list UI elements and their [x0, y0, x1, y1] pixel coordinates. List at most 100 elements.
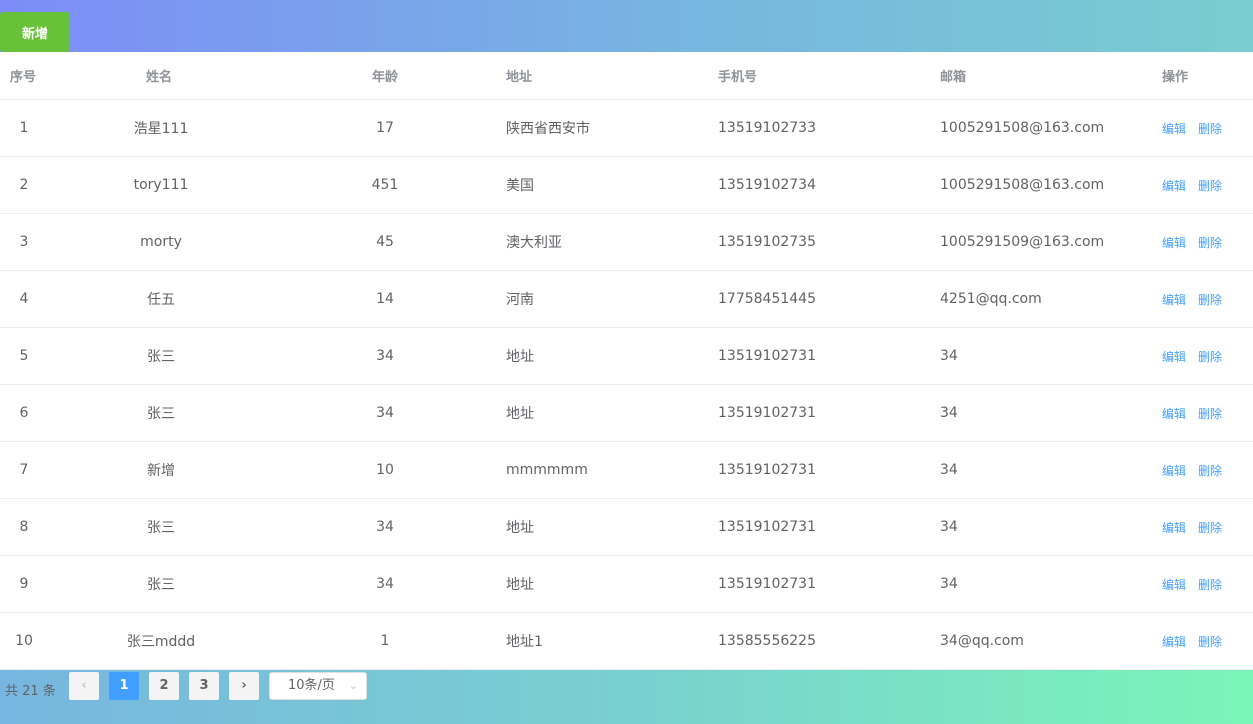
- delete-button[interactable]: 删除: [1198, 348, 1222, 365]
- cell-name: 张三mddd: [48, 612, 274, 670]
- cell-index: 6: [0, 384, 48, 442]
- cell-name: 任五: [48, 270, 274, 328]
- cell-index: 1: [0, 99, 48, 157]
- cell-age: 45: [274, 213, 496, 271]
- cell-ops: 编辑 删除: [1162, 213, 1253, 271]
- cell-address: 澳大利亚: [496, 213, 718, 271]
- edit-button[interactable]: 编辑: [1162, 348, 1186, 365]
- data-table: 序号 姓名 年龄 地址 手机号 邮箱 操作 1 浩星111 17 陕西省西安市 1351…: [0, 52, 1253, 670]
- edit-button[interactable]: 编辑: [1162, 576, 1186, 593]
- page-button-1[interactable]: 1: [109, 672, 139, 700]
- edit-button[interactable]: 编辑: [1162, 462, 1186, 479]
- table-row: 9 张三 34 地址 13519102731 34 编辑 删除: [0, 555, 1253, 613]
- cell-email: 34: [940, 441, 1162, 499]
- cell-index: 10: [0, 612, 48, 670]
- cell-age: 17: [274, 99, 496, 157]
- delete-button[interactable]: 删除: [1198, 291, 1222, 308]
- page-button-3[interactable]: 3: [189, 672, 219, 700]
- cell-address: 地址1: [496, 612, 718, 670]
- cell-phone: 13519102731: [718, 441, 940, 499]
- cell-name: 张三: [48, 327, 274, 385]
- cell-age: 10: [274, 441, 496, 499]
- delete-button[interactable]: 删除: [1198, 633, 1222, 650]
- header-name: 姓名: [48, 52, 274, 100]
- table-row: 8 张三 34 地址 13519102731 34 编辑 删除: [0, 498, 1253, 556]
- delete-button[interactable]: 删除: [1198, 462, 1222, 479]
- delete-button[interactable]: 删除: [1198, 177, 1222, 194]
- cell-address: mmmmmm: [496, 441, 718, 499]
- cell-age: 451: [274, 156, 496, 214]
- header-ops: 操作: [1162, 52, 1253, 100]
- cell-address: 地址: [496, 498, 718, 556]
- delete-button[interactable]: 删除: [1198, 234, 1222, 251]
- cell-age: 14: [274, 270, 496, 328]
- table-row: 1 浩星111 17 陕西省西安市 13519102733 1005291508@163.…: [0, 99, 1253, 157]
- cell-phone: 13519102731: [718, 327, 940, 385]
- cell-phone: 13519102731: [718, 555, 940, 613]
- delete-button[interactable]: 删除: [1198, 519, 1222, 536]
- cell-index: 7: [0, 441, 48, 499]
- header-age: 年龄: [274, 52, 496, 100]
- table-row: 2 tory111 451 美国 13519102734 1005291508@163.c…: [0, 156, 1253, 214]
- header-phone: 手机号: [718, 52, 940, 100]
- cell-name: 张三: [48, 384, 274, 442]
- cell-index: 8: [0, 498, 48, 556]
- cell-ops: 编辑 删除: [1162, 156, 1253, 214]
- edit-button[interactable]: 编辑: [1162, 633, 1186, 650]
- chevron-left-icon: ‹: [81, 678, 87, 693]
- next-page-button[interactable]: ›: [229, 672, 259, 700]
- cell-address: 地址: [496, 327, 718, 385]
- cell-email: 1005291509@163.com: [940, 213, 1162, 271]
- delete-button[interactable]: 删除: [1198, 120, 1222, 137]
- cell-phone: 13519102735: [718, 213, 940, 271]
- pagination-total: 共 21 条: [5, 684, 56, 699]
- cell-address: 地址: [496, 384, 718, 442]
- table-row: 6 张三 34 地址 13519102731 34 编辑 删除: [0, 384, 1253, 442]
- cell-email: 4251@qq.com: [940, 270, 1162, 328]
- cell-ops: 编辑 删除: [1162, 327, 1253, 385]
- cell-index: 3: [0, 213, 48, 271]
- header-address: 地址: [496, 52, 718, 100]
- delete-button[interactable]: 删除: [1198, 576, 1222, 593]
- table-row: 3 morty 45 澳大利亚 13519102735 1005291509@163.co…: [0, 213, 1253, 271]
- delete-button[interactable]: 删除: [1198, 405, 1222, 422]
- edit-button[interactable]: 编辑: [1162, 519, 1186, 536]
- cell-age: 34: [274, 327, 496, 385]
- cell-address: 陕西省西安市: [496, 99, 718, 157]
- table-row: 7 新增 10 mmmmmm 13519102731 34 编辑 删除: [0, 441, 1253, 499]
- cell-ops: 编辑 删除: [1162, 441, 1253, 499]
- cell-address: 美国: [496, 156, 718, 214]
- cell-phone: 13519102734: [718, 156, 940, 214]
- cell-age: 34: [274, 384, 496, 442]
- edit-button[interactable]: 编辑: [1162, 234, 1186, 251]
- cell-ops: 编辑 删除: [1162, 99, 1253, 157]
- edit-button[interactable]: 编辑: [1162, 177, 1186, 194]
- cell-name: 张三: [48, 555, 274, 613]
- edit-button[interactable]: 编辑: [1162, 291, 1186, 308]
- page-size-select[interactable]: 10条/页 ⌄: [269, 672, 367, 700]
- cell-name: 张三: [48, 498, 274, 556]
- cell-index: 2: [0, 156, 48, 214]
- cell-name: 浩星111: [48, 99, 274, 157]
- add-button[interactable]: 新增: [0, 12, 70, 52]
- cell-index: 4: [0, 270, 48, 328]
- edit-button[interactable]: 编辑: [1162, 120, 1186, 137]
- prev-page-button[interactable]: ‹: [69, 672, 99, 700]
- cell-email: 34: [940, 327, 1162, 385]
- cell-name: morty: [48, 213, 274, 271]
- cell-email: 34: [940, 498, 1162, 556]
- cell-index: 9: [0, 555, 48, 613]
- cell-ops: 编辑 删除: [1162, 498, 1253, 556]
- cell-name: tory111: [48, 156, 274, 214]
- cell-address: 地址: [496, 555, 718, 613]
- cell-age: 1: [274, 612, 496, 670]
- cell-email: 34@qq.com: [940, 612, 1162, 670]
- page-size-value: 10条/页: [288, 678, 335, 693]
- cell-index: 5: [0, 327, 48, 385]
- cell-email: 34: [940, 555, 1162, 613]
- page-button-2[interactable]: 2: [149, 672, 179, 700]
- edit-button[interactable]: 编辑: [1162, 405, 1186, 422]
- chevron-right-icon: ›: [241, 678, 247, 693]
- cell-ops: 编辑 删除: [1162, 384, 1253, 442]
- cell-email: 1005291508@163.com: [940, 156, 1162, 214]
